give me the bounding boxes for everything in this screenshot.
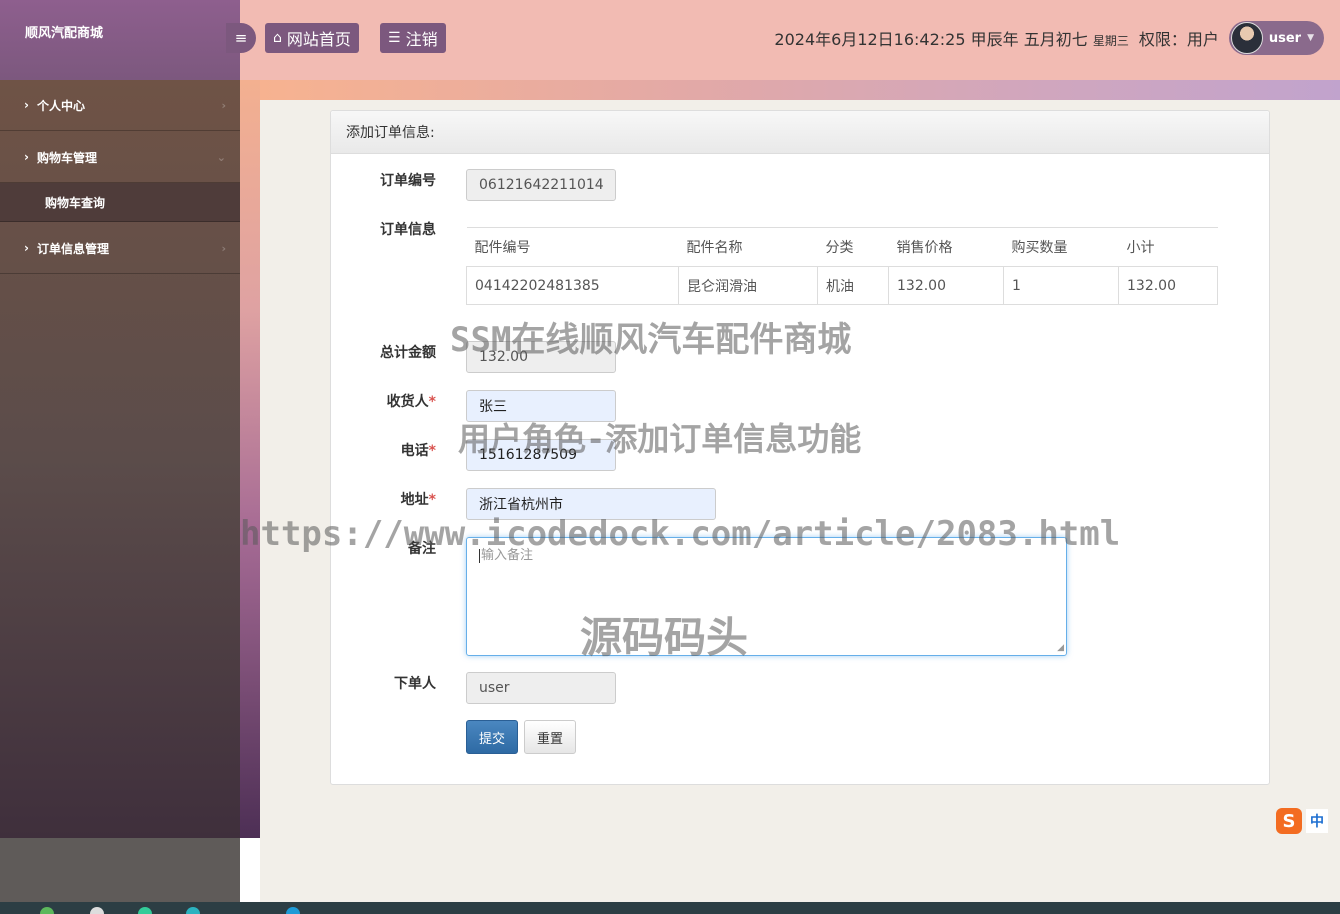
permission-text: 权限：用户 (1138, 30, 1219, 49)
avatar (1230, 22, 1263, 54)
browser-icon[interactable] (40, 907, 54, 914)
menu-icon: ≡ (234, 29, 248, 47)
order-no-label: 订单编号 (380, 173, 436, 189)
ime-indicator[interactable]: S 中 (1276, 806, 1340, 836)
table-cell: 机油 (817, 266, 889, 305)
app-icon[interactable] (90, 907, 104, 914)
add-order-panel: 添加订单信息: 订单编号 06121642211014 订单信息 配件编号 配件… (330, 110, 1270, 785)
chevron-right-icon: › (24, 241, 29, 255)
list-icon: ☰ (388, 30, 401, 46)
order-info-label: 订单信息 (380, 222, 436, 238)
chevron-right-icon: › (24, 98, 29, 112)
table-cell: 昆仑润滑油 (678, 266, 818, 305)
order-no-field[interactable]: 06121642211014 (466, 169, 616, 201)
sidebar-item-order-management[interactable]: › 订单信息管理 › (0, 223, 240, 274)
sidebar-item-label: 购物车管理 (36, 150, 97, 165)
datetime: 2024年6月12日16:42:25 甲辰年 五月初七 星期三 (774, 30, 1129, 49)
logout-label: 注销 (405, 30, 438, 49)
notes-textarea[interactable]: 输入备注 ◢ (466, 537, 1067, 656)
panel-heading: 添加订单信息: (331, 111, 1269, 154)
table-cell: 132.00 (888, 266, 1004, 305)
submit-button[interactable]: 提交 (466, 720, 519, 754)
required-mark: * (428, 492, 436, 508)
logout-button[interactable]: ☰ 注销 (380, 23, 446, 53)
brand: 顺风汽配商城 (0, 0, 240, 80)
phone-label: 电话* (400, 443, 436, 459)
home-icon: ⌂ (273, 30, 282, 46)
table-cell: 04142202481385 (466, 266, 679, 305)
notes-label: 备注 (408, 541, 436, 557)
editor-icon[interactable] (186, 907, 200, 914)
header-status: 2024年6月12日16:42:25 甲辰年 五月初七 星期三 权限：用户 us… (774, 20, 1324, 56)
chevron-down-icon: ⌄ (216, 150, 226, 164)
chat-icon[interactable] (138, 907, 152, 914)
receiver-label: 收货人* (386, 394, 436, 410)
column-header: 配件名称 (678, 227, 818, 267)
column-header: 配件编号 (466, 227, 679, 267)
table-cell: 1 (1003, 266, 1119, 305)
required-mark: * (428, 443, 436, 459)
sogou-icon: S (1276, 808, 1302, 834)
notes-placeholder: 输入备注 (481, 548, 534, 563)
home-label: 网站首页 (286, 30, 351, 49)
chevron-right-icon: › (221, 241, 226, 255)
table-cell: 132.00 (1118, 266, 1218, 305)
reset-button[interactable]: 重置 (524, 720, 577, 754)
table-row: 04142202481385 昆仑润滑油 机油 132.00 1 132.00 (466, 266, 1218, 305)
home-button[interactable]: ⌂ 网站首页 (265, 23, 359, 53)
order-items-table: 配件编号 配件名称 分类 销售价格 购买数量 小计 04142202481385… (466, 227, 1218, 305)
table-header-row: 配件编号 配件名称 分类 销售价格 购买数量 小计 (466, 227, 1218, 267)
sidebar-item-personal-center[interactable]: › 个人中心 › (0, 80, 240, 131)
sidebar-item-label: 订单信息管理 (36, 241, 109, 256)
content-bottom-gap (240, 838, 260, 902)
sidebar-footer (0, 838, 240, 902)
caret-down-icon: ▼ (1307, 33, 1314, 43)
receiver-input[interactable]: 张三 (466, 390, 616, 422)
panel-title: 添加订单信息: (346, 125, 435, 141)
chevron-right-icon: › (221, 98, 226, 112)
column-header: 购买数量 (1003, 227, 1119, 267)
sidebar-toggle-button[interactable]: ≡ (226, 23, 256, 53)
buyer-field[interactable]: user (466, 672, 616, 704)
header-gradient-strip (240, 80, 1340, 100)
text-cursor (479, 548, 480, 563)
total-field[interactable]: 132.00 (466, 341, 616, 373)
taskbar (0, 902, 1340, 914)
weekday: 星期三 (1092, 34, 1129, 48)
chevron-right-icon: › (24, 150, 29, 164)
column-header: 分类 (817, 227, 889, 267)
sidebar: › 个人中心 › › 购物车管理 ⌄ 购物车查询 › 订单信息管理 › (0, 80, 240, 838)
phone-input[interactable]: 15161287509 (466, 439, 616, 471)
column-header: 销售价格 (888, 227, 1004, 267)
sidebar-item-label: 个人中心 (36, 98, 85, 113)
brand-title: 顺风汽配商城 (25, 26, 104, 41)
sidebar-subitem-label: 购物车查询 (45, 195, 106, 210)
username: user (1268, 30, 1302, 46)
column-header: 小计 (1118, 227, 1218, 267)
total-label: 总计金额 (380, 345, 436, 361)
address-label: 地址* (400, 492, 436, 508)
ime-mode: 中 (1306, 809, 1328, 833)
sidebar-subitem-cart-query[interactable]: 购物车查询 (0, 183, 240, 222)
folder-icon[interactable] (286, 907, 300, 914)
buyer-label: 下单人 (394, 676, 436, 692)
content-left-band (240, 80, 260, 838)
address-input[interactable]: 浙江省杭州市 (466, 488, 716, 520)
resize-grip-icon[interactable]: ◢ (1057, 643, 1064, 653)
sidebar-item-cart-management[interactable]: › 购物车管理 ⌄ (0, 132, 240, 183)
required-mark: * (428, 394, 436, 410)
user-menu[interactable]: user ▼ (1228, 21, 1324, 55)
